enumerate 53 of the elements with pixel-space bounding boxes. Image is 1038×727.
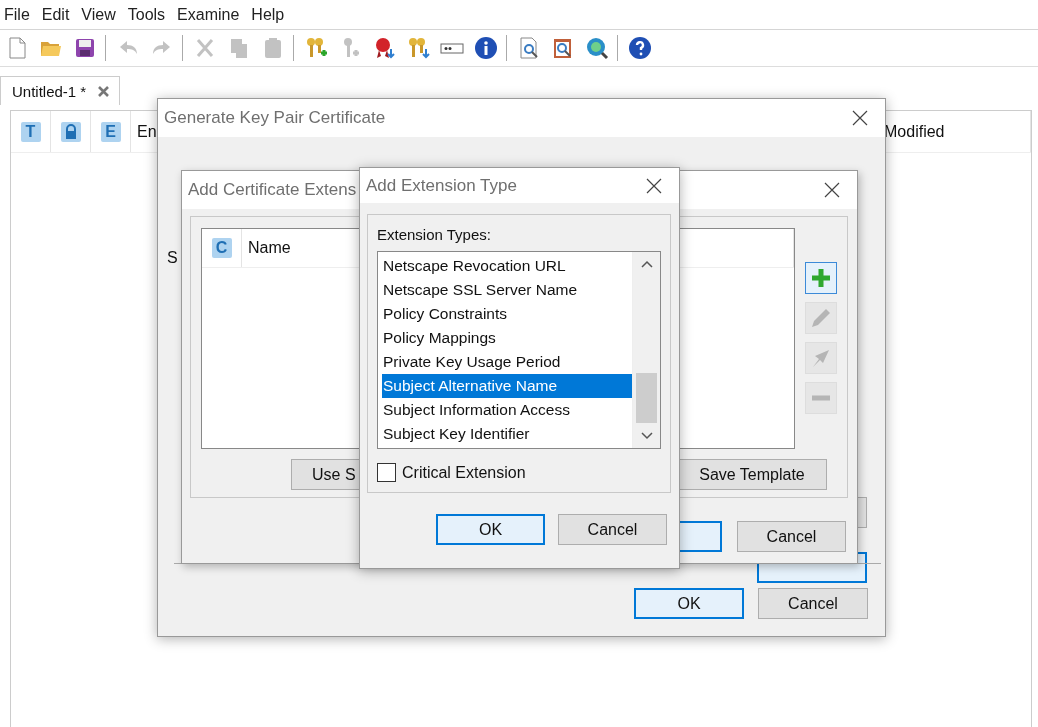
column-icon: C bbox=[211, 238, 232, 258]
list-item[interactable]: Netscape Revocation URL bbox=[382, 254, 632, 278]
menu-item[interactable]: View bbox=[80, 5, 121, 24]
column-icon: T bbox=[20, 121, 41, 142]
menu-item[interactable]: File bbox=[3, 5, 35, 24]
plus-icon bbox=[811, 268, 831, 288]
field-label: S bbox=[167, 249, 178, 267]
menu-item[interactable]: Help bbox=[250, 5, 290, 24]
list-item[interactable]: Private Key Usage Period bbox=[382, 350, 632, 374]
column-header[interactable]: Name bbox=[248, 239, 291, 257]
checkbox[interactable] bbox=[377, 463, 396, 482]
menu-item[interactable]: Examine bbox=[176, 5, 245, 24]
dialog-button[interactable]: Save Template bbox=[677, 459, 827, 490]
column-header[interactable]: Modified bbox=[884, 122, 945, 141]
close-icon[interactable] bbox=[823, 181, 841, 199]
globe-magnifier-icon[interactable] bbox=[585, 36, 609, 60]
minus-icon bbox=[811, 395, 831, 401]
scroll-down-icon[interactable] bbox=[640, 432, 653, 440]
menu-item[interactable]: Tools bbox=[126, 5, 171, 24]
list-item[interactable]: Subject Key Identifier bbox=[382, 422, 632, 446]
list-item[interactable]: Subject Alternative Name bbox=[382, 374, 632, 398]
list-item[interactable]: Netscape SSL Server Name bbox=[382, 278, 632, 302]
close-icon[interactable] bbox=[645, 176, 663, 195]
dialog-button[interactable]: Cancel bbox=[758, 588, 868, 619]
dialog-button[interactable]: Cancel bbox=[558, 514, 667, 545]
dialog-button[interactable]: OK bbox=[436, 514, 545, 545]
close-icon[interactable] bbox=[98, 85, 110, 97]
dialog-button[interactable]: OK bbox=[634, 588, 744, 619]
dialog-title: Add Certificate Extens bbox=[188, 180, 357, 200]
pin-icon bbox=[811, 348, 831, 368]
info-icon[interactable] bbox=[474, 36, 498, 60]
dialog-button[interactable]: Cancel bbox=[737, 521, 846, 552]
help-icon[interactable] bbox=[628, 36, 652, 60]
close-icon[interactable] bbox=[851, 109, 869, 127]
pencil-icon bbox=[811, 308, 831, 328]
dialog-title: Generate Key Pair Certificate bbox=[164, 108, 386, 128]
column-icon: E bbox=[100, 121, 121, 142]
menu-item[interactable]: Edit bbox=[40, 5, 75, 24]
dialog-title: Add Extension Type bbox=[366, 175, 517, 196]
list-item[interactable]: Subject Information Access bbox=[382, 398, 632, 422]
save-icon[interactable] bbox=[73, 36, 97, 60]
list-item[interactable]: Policy Constraints bbox=[382, 302, 632, 326]
checkbox-label[interactable]: Critical Extension bbox=[402, 463, 526, 482]
keys-plus-icon[interactable] bbox=[304, 36, 328, 60]
plus-button[interactable] bbox=[805, 262, 837, 294]
keys-down-icon[interactable] bbox=[406, 36, 430, 60]
document-tab[interactable]: Untitled-1 * bbox=[0, 76, 121, 105]
scrollbar-thumb[interactable] bbox=[636, 373, 657, 423]
list-item[interactable]: Policy Mappings bbox=[382, 326, 632, 350]
lock-icon bbox=[60, 121, 81, 142]
list-label: Extension Types: bbox=[377, 226, 492, 243]
scroll-up-icon[interactable] bbox=[640, 260, 653, 268]
column-header[interactable]: En bbox=[137, 122, 157, 141]
